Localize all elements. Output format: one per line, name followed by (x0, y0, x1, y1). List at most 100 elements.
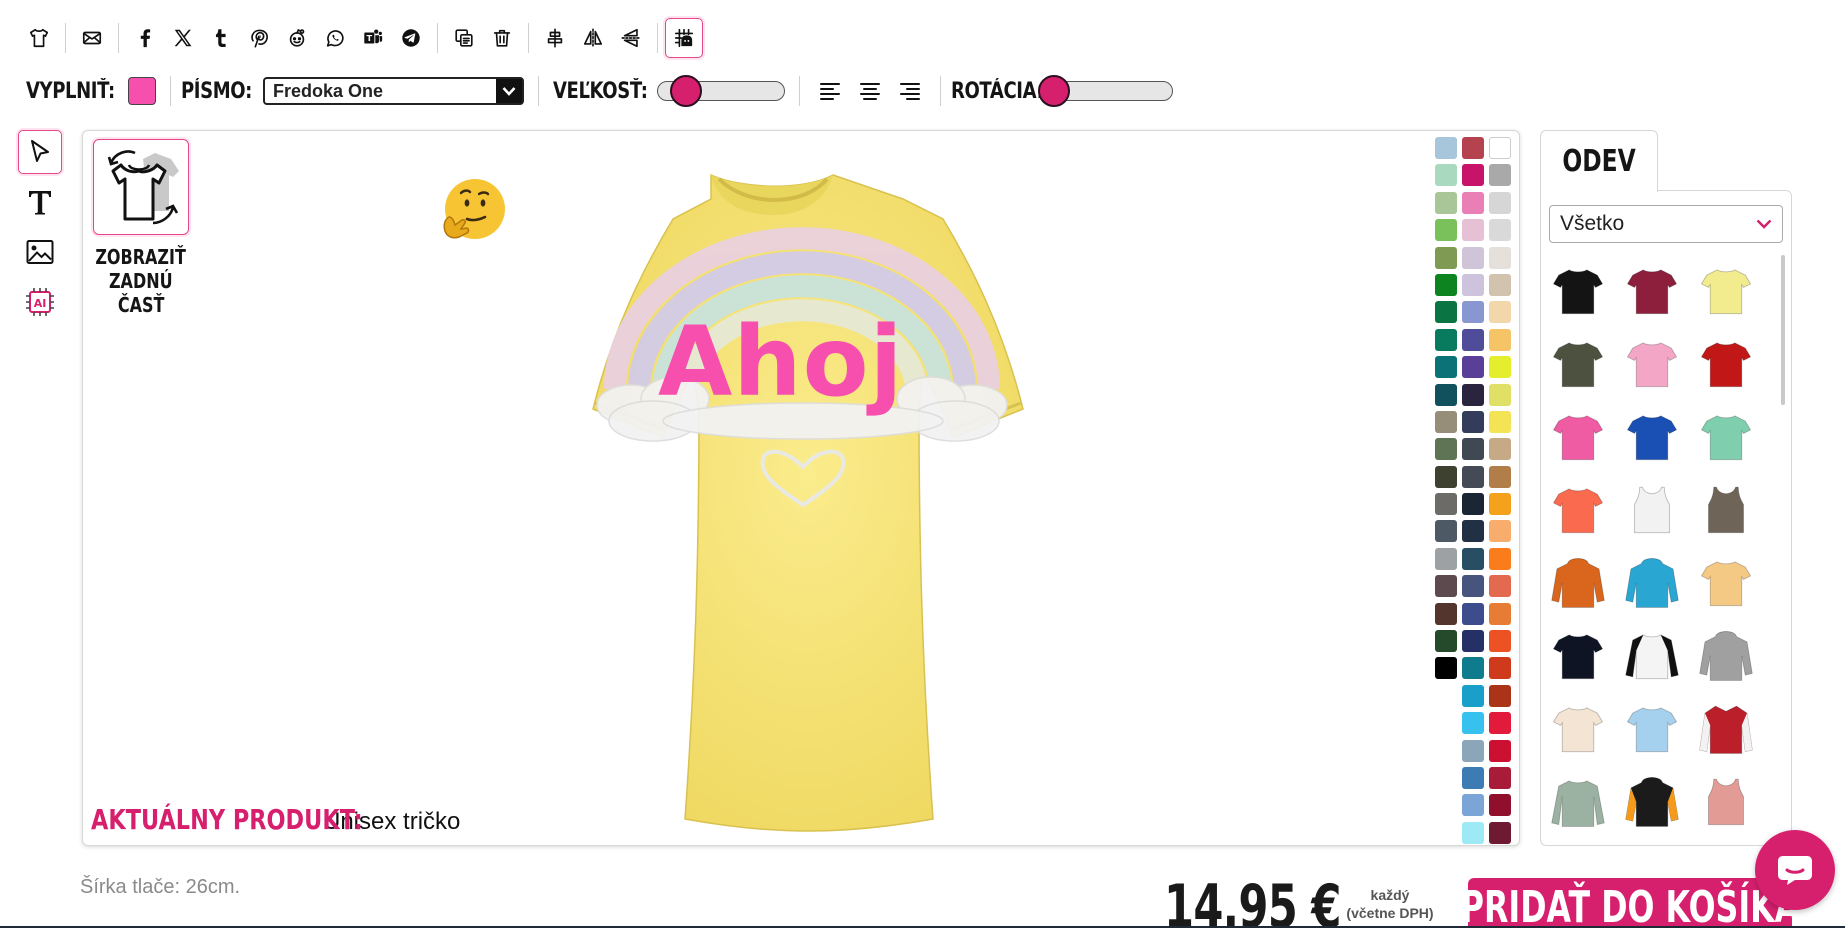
product-item[interactable] (1547, 259, 1609, 320)
color-swatch[interactable] (1462, 273, 1484, 296)
color-swatch[interactable] (1489, 493, 1511, 516)
color-swatch[interactable] (1462, 246, 1484, 269)
product-item[interactable] (1695, 478, 1757, 539)
color-swatch[interactable] (1489, 438, 1511, 461)
color-swatch[interactable] (1435, 547, 1457, 570)
color-swatch[interactable] (1489, 219, 1511, 242)
color-swatch[interactable] (1489, 794, 1511, 817)
color-swatch[interactable] (1462, 684, 1484, 707)
color-swatch[interactable] (1462, 794, 1484, 817)
align-center-icon[interactable] (536, 18, 574, 58)
product-item[interactable] (1695, 770, 1757, 831)
color-swatch[interactable] (1462, 630, 1484, 653)
color-swatch[interactable] (1489, 273, 1511, 296)
product-item[interactable] (1621, 624, 1683, 685)
color-swatch[interactable] (1435, 137, 1457, 159)
thinking-emoji-icon[interactable] (439, 177, 507, 243)
teams-icon[interactable]: T (354, 18, 392, 58)
color-swatch[interactable] (1462, 739, 1484, 762)
color-swatch[interactable] (1462, 465, 1484, 488)
color-swatch[interactable] (1462, 602, 1484, 625)
color-swatch[interactable] (1462, 766, 1484, 789)
flip-vertical-icon[interactable] (612, 18, 650, 58)
product-item[interactable] (1621, 697, 1683, 758)
color-swatch[interactable] (1435, 575, 1457, 598)
color-swatch[interactable] (1462, 493, 1484, 516)
product-item[interactable] (1547, 551, 1609, 612)
color-swatch[interactable] (1435, 356, 1457, 379)
color-swatch[interactable] (1462, 410, 1484, 433)
color-swatch[interactable] (1462, 301, 1484, 324)
color-swatch[interactable] (1435, 273, 1457, 296)
color-swatch[interactable] (1435, 191, 1457, 214)
color-swatch[interactable] (1435, 328, 1457, 351)
color-swatch[interactable] (1435, 493, 1457, 516)
product-item[interactable] (1695, 332, 1757, 393)
color-swatch[interactable] (1462, 575, 1484, 598)
color-swatch[interactable] (1489, 191, 1511, 214)
color-swatch[interactable] (1462, 328, 1484, 351)
product-item[interactable] (1547, 770, 1609, 831)
category-select[interactable]: Všetko (1549, 205, 1783, 243)
product-item[interactable] (1547, 697, 1609, 758)
product-item[interactable] (1547, 332, 1609, 393)
color-swatch[interactable] (1489, 520, 1511, 543)
product-item[interactable] (1695, 624, 1757, 685)
chat-button[interactable] (1755, 830, 1835, 910)
product-item[interactable] (1621, 332, 1683, 393)
color-swatch[interactable] (1435, 383, 1457, 406)
product-item[interactable] (1621, 551, 1683, 612)
color-swatch[interactable] (1489, 356, 1511, 379)
product-scrollbar[interactable] (1781, 255, 1785, 405)
whatsapp-icon[interactable] (316, 18, 354, 58)
color-swatch[interactable] (1435, 520, 1457, 543)
design-canvas[interactable]: ZOBRAZIŤ ZADNÚ ČASŤ Ahoj AKTUÁLNY PRODUK… (82, 130, 1520, 846)
text-tool[interactable] (18, 180, 62, 224)
product-item[interactable] (1547, 405, 1609, 466)
product-item[interactable] (1621, 478, 1683, 539)
color-swatch[interactable] (1435, 219, 1457, 242)
color-swatch[interactable] (1489, 410, 1511, 433)
color-swatch[interactable] (1462, 164, 1484, 187)
show-back-button[interactable] (93, 139, 189, 235)
color-swatch[interactable] (1462, 137, 1484, 159)
design-text-object[interactable]: Ahoj (658, 306, 904, 418)
facebook-icon[interactable] (126, 18, 164, 58)
color-swatch[interactable] (1489, 383, 1511, 406)
telegram-icon[interactable] (392, 18, 430, 58)
size-slider-knob[interactable] (670, 75, 702, 107)
product-item[interactable] (1695, 697, 1757, 758)
product-item[interactable] (1547, 624, 1609, 685)
pinterest-icon[interactable] (240, 18, 278, 58)
color-swatch[interactable] (1489, 547, 1511, 570)
product-item[interactable] (1621, 259, 1683, 320)
select-tool[interactable] (18, 130, 62, 174)
color-swatch[interactable] (1462, 356, 1484, 379)
duplicate-icon[interactable] (445, 18, 483, 58)
color-swatch[interactable] (1489, 575, 1511, 598)
x-icon[interactable] (164, 18, 202, 58)
font-select[interactable]: Fredoka One (263, 77, 524, 105)
color-swatch[interactable] (1462, 657, 1484, 680)
color-swatch[interactable] (1489, 630, 1511, 653)
color-swatch[interactable] (1489, 164, 1511, 187)
product-item[interactable] (1695, 551, 1757, 612)
align-center-text-button[interactable] (850, 72, 890, 110)
color-swatch[interactable] (1489, 712, 1511, 735)
reddit-icon[interactable] (278, 18, 316, 58)
product-item[interactable] (1547, 478, 1609, 539)
color-swatch[interactable] (1489, 301, 1511, 324)
add-to-cart-button[interactable]: PRIDAŤ DO KOŠÍKA (1468, 878, 1792, 928)
fill-color-swatch[interactable] (128, 77, 156, 105)
rotation-slider[interactable] (1038, 75, 1173, 107)
color-swatch[interactable] (1435, 465, 1457, 488)
grid-toggle-icon[interactable] (665, 18, 703, 58)
color-swatch[interactable] (1462, 712, 1484, 735)
color-swatch[interactable] (1462, 520, 1484, 543)
image-tool[interactable] (18, 230, 62, 274)
color-swatch[interactable] (1489, 602, 1511, 625)
shirt-icon[interactable] (20, 18, 58, 58)
color-swatch[interactable] (1462, 438, 1484, 461)
color-swatch[interactable] (1489, 657, 1511, 680)
tab-clothing[interactable]: ODEV (1540, 130, 1658, 192)
